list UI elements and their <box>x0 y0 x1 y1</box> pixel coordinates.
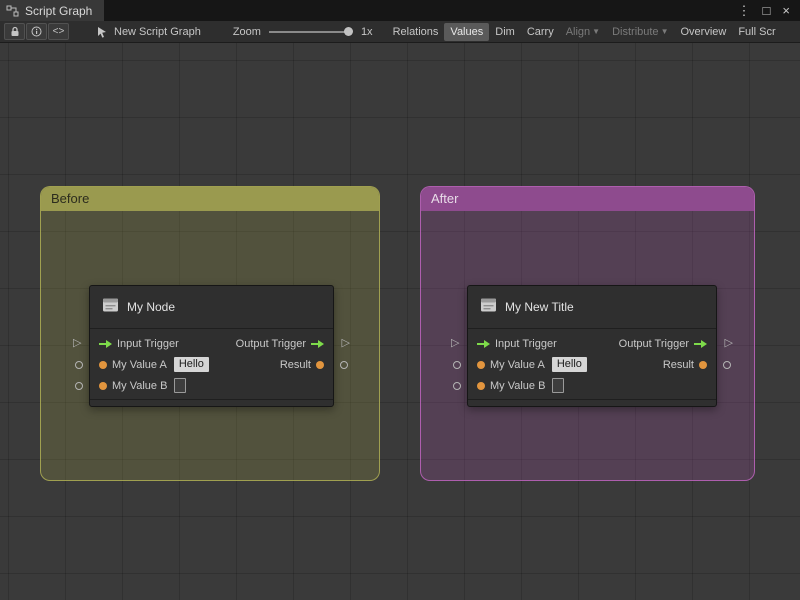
value-port-dot <box>99 360 107 369</box>
trigger-row: Input Trigger Output Trigger <box>90 333 333 354</box>
node-my-new-title[interactable]: My New Title Input Trigger Output Trigge… <box>451 285 733 407</box>
flow-out-arrow-icon <box>311 339 324 349</box>
node-footer <box>90 399 333 406</box>
tab-script-graph[interactable]: Script Graph <box>0 0 105 21</box>
pointer-icon <box>98 26 106 38</box>
group-before-header[interactable]: Before <box>41 187 379 211</box>
overview-button[interactable]: Overview <box>674 23 732 41</box>
group-after[interactable]: After My New Title Input Trigger Output … <box>420 186 755 481</box>
output-trigger-label: Output Trigger <box>618 337 689 350</box>
value-a-port[interactable] <box>453 361 461 369</box>
zoom-slider-fill <box>268 30 347 33</box>
result-port[interactable] <box>723 361 731 369</box>
input-trigger-port[interactable]: ▷ <box>451 338 459 349</box>
graph-name-label: New Script Graph <box>114 25 201 38</box>
result-label: Result <box>279 358 311 371</box>
result-label: Result <box>662 358 694 371</box>
info-icon <box>31 26 42 37</box>
node-title-bar[interactable]: My Node <box>90 286 333 329</box>
dim-button[interactable]: Dim <box>489 23 521 41</box>
output-trigger-port[interactable]: ▷ <box>725 338 733 349</box>
input-trigger-label: Input Trigger <box>495 337 557 350</box>
node-title-bar[interactable]: My New Title <box>468 286 716 329</box>
value-b-field[interactable] <box>174 378 187 393</box>
zoom-label: Zoom <box>232 25 261 38</box>
flow-in-arrow-icon <box>99 339 112 349</box>
value-a-field[interactable]: Hello <box>173 357 209 372</box>
close-icon[interactable]: × <box>782 3 790 18</box>
group-label: After <box>431 191 459 206</box>
align-dropdown[interactable]: Align ▼ <box>560 23 606 41</box>
relations-button[interactable]: Relations <box>387 23 445 41</box>
value-a-field[interactable]: Hello <box>551 357 587 372</box>
lock-button[interactable] <box>4 23 25 40</box>
input-trigger-label: Input Trigger <box>117 337 179 350</box>
value-b-port[interactable] <box>75 382 83 390</box>
graph-name-button[interactable]: New Script Graph <box>96 26 201 38</box>
node-title: My New Title <box>505 300 574 314</box>
value-port-dot <box>99 381 107 390</box>
flow-out-arrow-icon <box>694 339 707 349</box>
output-trigger-port[interactable]: ▷ <box>342 338 350 349</box>
zoom-value: 1x <box>360 25 373 38</box>
value-a-label: My Value A <box>490 358 545 371</box>
values-button[interactable]: Values <box>444 22 490 41</box>
fullscreen-button[interactable]: Full Scr <box>732 23 781 41</box>
graph-toolbar: <> New Script Graph Zoom 1x Relations Va… <box>0 21 800 43</box>
zoom-slider-handle[interactable] <box>343 26 353 36</box>
script-graph-icon <box>6 5 19 17</box>
value-a-row: My Value A Hello Result <box>90 354 333 375</box>
window-tab-bar: Script Graph ⋮ □ × <box>0 0 800 21</box>
kebab-menu-icon[interactable]: ⋮ <box>738 3 751 19</box>
value-a-row: My Value A Hello Result <box>468 354 716 375</box>
value-port-dot <box>699 360 707 369</box>
value-b-port[interactable] <box>453 382 461 390</box>
group-label: Before <box>51 191 90 206</box>
unit-icon <box>102 297 119 318</box>
value-a-label: My Value A <box>112 358 167 371</box>
node-footer <box>468 399 716 406</box>
tab-title: Script Graph <box>25 3 93 18</box>
code-icon: <> <box>52 26 65 37</box>
value-b-label: My Value B <box>490 379 546 392</box>
info-button[interactable] <box>26 23 47 40</box>
value-port-dot <box>316 360 324 369</box>
value-port-dot <box>477 360 485 369</box>
node-title: My Node <box>127 300 176 314</box>
flow-in-arrow-icon <box>477 339 490 349</box>
value-port-dot <box>477 381 485 390</box>
value-b-field[interactable] <box>552 378 565 393</box>
group-after-header[interactable]: After <box>421 187 754 211</box>
chevron-down-icon: ▼ <box>660 26 669 36</box>
result-port[interactable] <box>340 361 348 369</box>
input-trigger-port[interactable]: ▷ <box>73 338 81 349</box>
code-view-button[interactable]: <> <box>48 23 69 40</box>
lock-icon <box>11 26 18 36</box>
value-a-port[interactable] <box>75 361 83 369</box>
value-b-row: My Value B <box>90 375 333 396</box>
group-before[interactable]: Before My Node Input Trigger Output Trig… <box>40 186 380 481</box>
graph-canvas[interactable]: Before My Node Input Trigger Output Trig… <box>0 43 800 600</box>
zoom-slider[interactable] <box>268 26 353 36</box>
chevron-down-icon: ▼ <box>592 26 601 36</box>
output-trigger-label: Output Trigger <box>235 337 306 350</box>
trigger-row: Input Trigger Output Trigger <box>468 333 716 354</box>
carry-button[interactable]: Carry <box>521 23 560 41</box>
maximize-icon[interactable]: □ <box>763 3 771 18</box>
node-my-node[interactable]: My Node Input Trigger Output Trigger My … <box>73 285 350 407</box>
distribute-dropdown[interactable]: Distribute ▼ <box>606 23 674 41</box>
value-b-row: My Value B <box>468 375 716 396</box>
value-b-label: My Value B <box>112 379 168 392</box>
unit-icon <box>480 297 497 318</box>
